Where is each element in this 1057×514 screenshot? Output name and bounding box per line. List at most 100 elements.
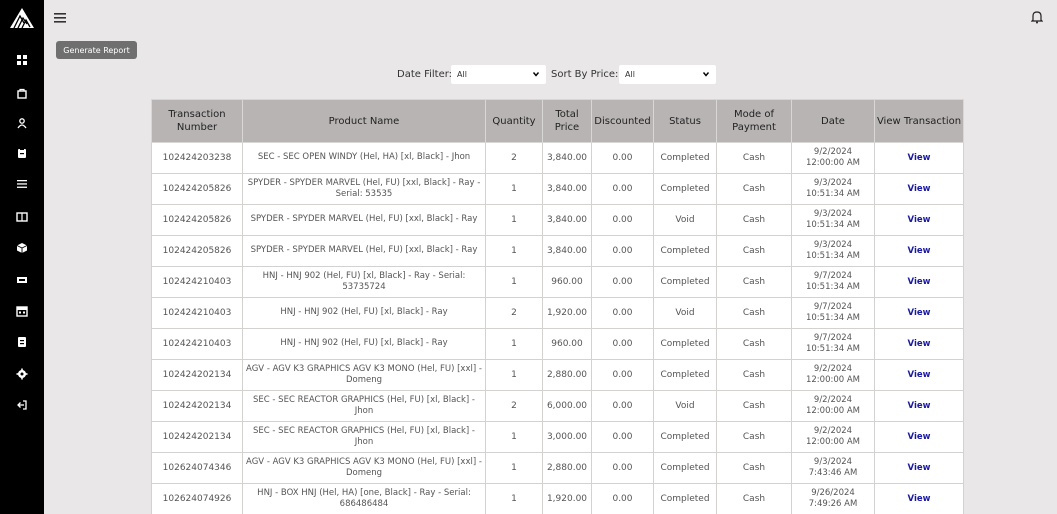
total-price: 3,840.00 <box>542 204 592 236</box>
table-row: 102424210403 HNJ - HNJ 902 (Hel, FU) [xl,… <box>151 266 964 298</box>
mode-of-payment: Cash <box>716 390 792 422</box>
table-row: 102424210403 HNJ - HNJ 902 (Hel, FU) [xl,… <box>151 297 964 329</box>
list-icon[interactable] <box>0 175 44 193</box>
product-name: SPYDER - SPYDER MARVEL (Hel, FU) [xxl, B… <box>242 173 486 205</box>
time-value: 12:00:00 AM <box>805 406 861 416</box>
time-value: 10:51:34 AM <box>805 313 861 323</box>
quantity: 1 <box>485 421 543 453</box>
view-cell: View <box>874 390 964 422</box>
mode-of-payment: Cash <box>716 266 792 298</box>
table-row: 102424202134 AGV - AGV K3 GRAPHICS AGV K3… <box>151 359 964 391</box>
status: Void <box>653 390 717 422</box>
status: Completed <box>653 328 717 360</box>
header-transaction-number: Transaction Number <box>151 99 243 143</box>
user-icon[interactable] <box>0 114 44 132</box>
header-quantity: Quantity <box>485 99 543 143</box>
time-value: 12:00:00 AM <box>805 158 861 168</box>
table-row: 102424205826 SPYDER - SPYDER MARVEL (Hel,… <box>151 173 964 205</box>
view-transaction-link[interactable]: View <box>908 277 931 287</box>
product-name: SPYDER - SPYDER MARVEL (Hel, FU) [xxl, B… <box>242 204 486 236</box>
header-status: Status <box>653 99 717 143</box>
date-value: 9/7/2024 <box>813 301 853 312</box>
view-cell: View <box>874 235 964 267</box>
time-value: 10:51:34 AM <box>805 344 861 354</box>
transaction-number: 102424202134 <box>151 421 243 453</box>
mode-of-payment: Cash <box>716 204 792 236</box>
status: Completed <box>653 142 717 174</box>
transactions-table: Transaction Number Product Name Quantity… <box>151 99 964 514</box>
product-name: HNJ - HNJ 902 (Hel, FU) [xl, Black] - Ra… <box>242 328 486 360</box>
quantity: 2 <box>485 390 543 422</box>
view-cell: View <box>874 359 964 391</box>
logout-icon[interactable] <box>0 396 44 414</box>
status: Completed <box>653 266 717 298</box>
status: Completed <box>653 235 717 267</box>
view-transaction-link[interactable]: View <box>908 401 931 411</box>
view-cell: View <box>874 297 964 329</box>
transaction-number: 102624074346 <box>151 452 243 484</box>
date-cell: 9/7/2024 10:51:34 AM <box>791 297 875 329</box>
transaction-number: 102424202134 <box>151 359 243 391</box>
document-icon[interactable] <box>0 333 44 351</box>
discounted: 0.00 <box>591 204 654 236</box>
book-icon[interactable] <box>0 208 44 226</box>
total-price: 3,840.00 <box>542 173 592 205</box>
transaction-number: 102624074926 <box>151 483 243 514</box>
time-value: 7:43:46 AM <box>808 468 858 478</box>
mode-of-payment: Cash <box>716 359 792 391</box>
discounted: 0.00 <box>591 173 654 205</box>
gear-icon[interactable] <box>0 365 44 383</box>
transaction-number: 102424210403 <box>151 297 243 329</box>
menu-toggle-icon[interactable] <box>54 9 68 23</box>
view-transaction-link[interactable]: View <box>908 494 931 504</box>
view-transaction-link[interactable]: View <box>908 463 931 473</box>
cube-icon[interactable] <box>0 239 44 257</box>
date-value: 9/26/2024 <box>811 487 855 498</box>
time-value: 12:00:00 AM <box>805 375 861 385</box>
date-value: 9/2/2024 <box>813 425 853 436</box>
date-filter-select[interactable]: All <box>451 65 546 84</box>
generate-report-button[interactable]: Generate Report <box>56 41 137 59</box>
bag-icon[interactable] <box>0 84 44 102</box>
notification-bell-icon[interactable] <box>1030 9 1044 24</box>
view-transaction-link[interactable]: View <box>908 370 931 380</box>
table-row: 102424202134 SEC - SEC REACTOR GRAPHICS (… <box>151 390 964 422</box>
date-cell: 9/7/2024 10:51:34 AM <box>791 266 875 298</box>
view-cell: View <box>874 266 964 298</box>
view-transaction-link[interactable]: View <box>908 339 931 349</box>
view-cell: View <box>874 483 964 514</box>
top-bar <box>44 0 1057 34</box>
date-value: 9/2/2024 <box>813 146 853 157</box>
view-cell: View <box>874 452 964 484</box>
discounted: 0.00 <box>591 452 654 484</box>
ticket-icon[interactable] <box>0 271 44 289</box>
quantity: 1 <box>485 235 543 267</box>
discounted: 0.00 <box>591 421 654 453</box>
clipboard-icon[interactable] <box>0 144 44 162</box>
calendar-icon[interactable] <box>0 302 44 320</box>
view-transaction-link[interactable]: View <box>908 308 931 318</box>
view-transaction-link[interactable]: View <box>908 246 931 256</box>
discounted: 0.00 <box>591 142 654 174</box>
time-value: 10:51:34 AM <box>805 220 861 230</box>
view-transaction-link[interactable]: View <box>908 432 931 442</box>
date-cell: 9/2/2024 12:00:00 AM <box>791 390 875 422</box>
dashboard-icon[interactable] <box>0 51 44 69</box>
date-value: 9/7/2024 <box>813 270 853 281</box>
price-sort-select[interactable]: All <box>619 65 716 84</box>
transaction-number: 102424203238 <box>151 142 243 174</box>
view-transaction-link[interactable]: View <box>908 184 931 194</box>
view-transaction-link[interactable]: View <box>908 215 931 225</box>
date-cell: 9/2/2024 12:00:00 AM <box>791 359 875 391</box>
total-price: 2,880.00 <box>542 452 592 484</box>
table-row: 102424205826 SPYDER - SPYDER MARVEL (Hel,… <box>151 204 964 236</box>
transaction-number: 102424205826 <box>151 204 243 236</box>
header-product-name: Product Name <box>242 99 486 143</box>
header-discounted: Discounted <box>591 99 654 143</box>
date-value: 9/2/2024 <box>813 394 853 405</box>
total-price: 1,920.00 <box>542 483 592 514</box>
view-transaction-link[interactable]: View <box>908 153 931 163</box>
sidebar <box>0 0 44 514</box>
status: Completed <box>653 452 717 484</box>
mode-of-payment: Cash <box>716 421 792 453</box>
